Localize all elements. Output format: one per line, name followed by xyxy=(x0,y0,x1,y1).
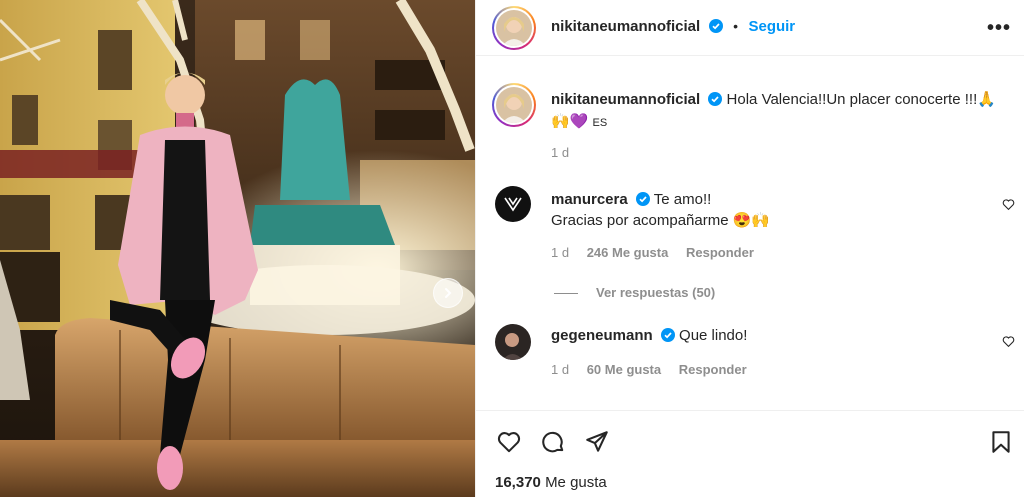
caption-text: Hola Valencia!!Un placer conocerte !!!🙏 xyxy=(726,91,996,108)
comment: manurcera Te amo!! Gracias por acompañar… xyxy=(551,189,971,231)
post-photo[interactable] xyxy=(0,0,475,497)
reply-button[interactable]: Responder xyxy=(686,245,754,260)
post-detail-pane: nikitaneumannoficial • Seguir ••• nikita… xyxy=(475,0,1024,497)
follow-button[interactable]: Seguir xyxy=(748,18,795,35)
caption-tag: ES xyxy=(592,117,608,129)
view-replies-label: Ver respuestas (50) xyxy=(596,285,716,300)
verified-badge-icon xyxy=(708,19,723,33)
comment-likes[interactable]: 246 Me gusta xyxy=(587,245,669,260)
comment-likes[interactable]: 60 Me gusta xyxy=(587,362,661,377)
header-separator: • xyxy=(733,18,739,34)
verified-badge-icon xyxy=(635,192,650,206)
verified-badge-icon xyxy=(708,92,723,106)
comment-time[interactable]: 1 d xyxy=(551,362,569,377)
comment: gegeneumann Que lindo! xyxy=(551,325,971,346)
avatar-image xyxy=(495,324,531,360)
comment-time[interactable]: 1 d xyxy=(551,245,569,260)
comment-like-heart-icon[interactable] xyxy=(1002,198,1015,211)
caption-author-avatar[interactable] xyxy=(492,83,536,127)
next-photo-button[interactable] xyxy=(433,278,463,308)
share-icon[interactable] xyxy=(584,429,610,455)
likes-number: 16,370 xyxy=(495,474,541,491)
caption-time[interactable]: 1 d xyxy=(551,145,569,160)
more-options-icon[interactable]: ••• xyxy=(987,18,1011,38)
chevron-right-icon xyxy=(445,288,452,298)
author-avatar[interactable] xyxy=(492,6,536,50)
avatar-logo xyxy=(504,197,522,212)
avatar-image xyxy=(496,10,532,46)
header-user-line: nikitaneumannoficial • Seguir xyxy=(551,18,795,36)
comment-meta: 1 d 60 Me gusta Responder xyxy=(551,362,747,377)
avatar-image xyxy=(496,87,532,123)
photo-illustration xyxy=(0,0,475,497)
bookmark-icon[interactable] xyxy=(988,429,1014,455)
caption-emoji: 🙌💜 xyxy=(551,113,589,130)
caption: nikitaneumannoficial Hola Valencia!!Un p… xyxy=(551,89,1011,134)
verified-badge-icon xyxy=(660,328,675,342)
view-replies-button[interactable]: Ver respuestas (50) xyxy=(554,285,715,300)
comment-text-line2: Gracias por acompañarme 😍🙌 xyxy=(551,212,771,229)
heart-icon[interactable] xyxy=(496,429,522,455)
post-header: nikitaneumannoficial • Seguir ••• xyxy=(476,0,1024,56)
comment-icon[interactable] xyxy=(540,429,566,455)
comment-username[interactable]: gegeneumann xyxy=(551,327,653,344)
comment-avatar[interactable] xyxy=(495,186,531,222)
replies-divider xyxy=(554,293,578,295)
author-username[interactable]: nikitaneumannoficial xyxy=(551,18,700,35)
comment-avatar[interactable] xyxy=(495,324,531,360)
comment-like-heart-icon[interactable] xyxy=(1002,335,1015,348)
comment-text: Te amo!! xyxy=(653,191,712,208)
reply-button[interactable]: Responder xyxy=(679,362,747,377)
comments-list[interactable]: nikitaneumannoficial Hola Valencia!!Un p… xyxy=(476,57,1024,409)
caption-username[interactable]: nikitaneumannoficial xyxy=(551,91,700,108)
comment-meta: 1 d 246 Me gusta Responder xyxy=(551,245,754,260)
post-actions: 16,370 Me gusta xyxy=(476,410,1024,497)
likes-label: Me gusta xyxy=(545,474,607,491)
comment-username[interactable]: manurcera xyxy=(551,191,628,208)
likes-count[interactable]: 16,370 Me gusta xyxy=(495,474,607,491)
comment-text: Que lindo! xyxy=(679,327,748,344)
